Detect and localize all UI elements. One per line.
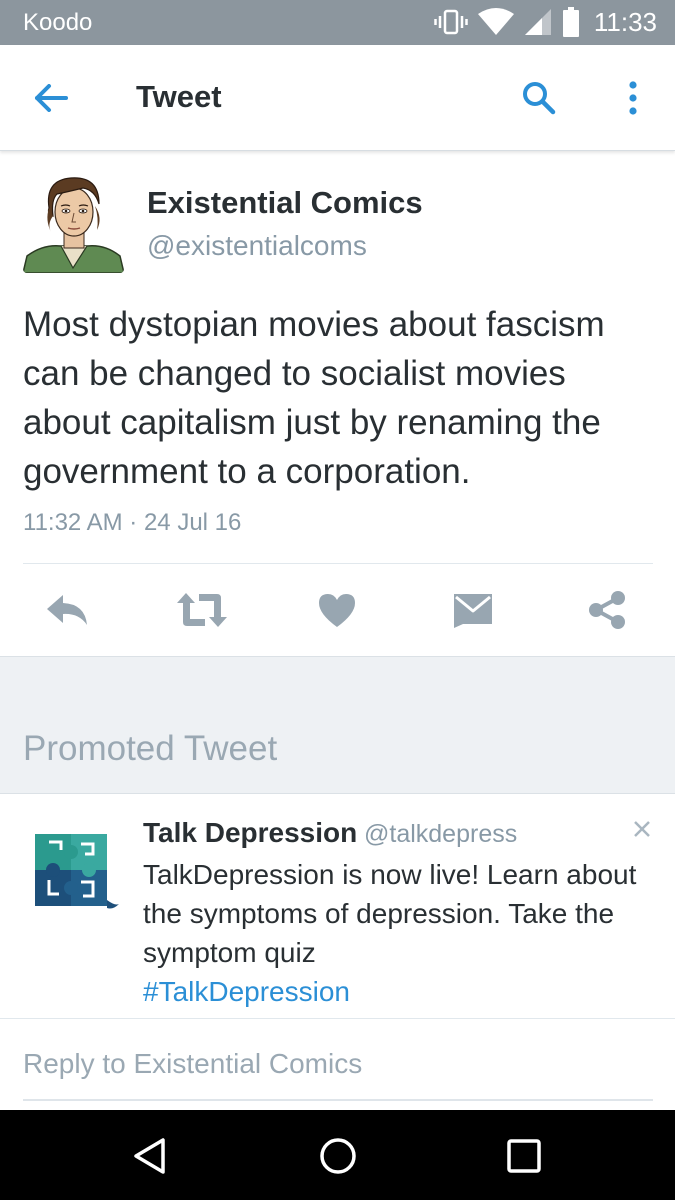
tweet-actions — [0, 580, 675, 640]
author-avatar-image — [23, 172, 124, 273]
promoted-handle[interactable]: @talkdepress — [364, 820, 517, 849]
reply-icon — [47, 595, 87, 625]
retweet-icon — [177, 593, 227, 627]
navigation-bar — [0, 1110, 675, 1200]
promoted-body: TalkDepression is now live! Learn about … — [143, 859, 637, 968]
author-display-name[interactable]: Existential Comics — [147, 185, 423, 221]
vibrate-icon — [434, 9, 468, 35]
back-arrow-icon — [35, 84, 68, 112]
close-icon — [634, 821, 650, 837]
app-bar: Tweet — [0, 45, 675, 151]
tweet-timestamp: 11:32 AM · 24 Jul 16 — [23, 509, 242, 536]
tweet-text: Most dystopian movies about fascism can … — [23, 305, 605, 491]
carrier-name: Koodo — [23, 9, 93, 36]
puzzle-logo-icon — [35, 834, 119, 909]
search-button[interactable] — [516, 75, 562, 121]
status-bar: Koodo 11:33 — [0, 0, 675, 45]
nav-home-button[interactable] — [314, 1132, 362, 1180]
nav-recents-button[interactable] — [500, 1132, 548, 1180]
promoted-label: Promoted Tweet — [23, 729, 278, 768]
reply-button[interactable] — [37, 580, 97, 640]
direct-message-button[interactable] — [443, 580, 503, 640]
promoted-text: TalkDepression is now live! Learn about … — [143, 855, 643, 1011]
page-title: Tweet — [136, 79, 222, 114]
dismiss-promoted-button[interactable] — [626, 813, 658, 845]
nav-back-icon — [134, 1138, 165, 1174]
like-button[interactable] — [307, 580, 367, 640]
reply-input-underline — [23, 1099, 653, 1101]
nav-recents-icon — [507, 1139, 541, 1173]
like-icon — [319, 594, 355, 627]
cell-signal-icon — [524, 8, 552, 36]
promoted-section-header: Promoted Tweet — [0, 656, 675, 794]
retweet-button[interactable] — [172, 580, 232, 640]
nav-home-icon — [320, 1138, 356, 1174]
divider — [0, 1018, 675, 1019]
battery-icon — [562, 7, 580, 37]
more-options-button[interactable] — [612, 75, 654, 121]
nav-back-button[interactable] — [126, 1132, 174, 1180]
wifi-icon — [477, 8, 514, 36]
divider — [23, 563, 653, 564]
promoted-avatar[interactable] — [23, 820, 119, 916]
author-handle[interactable]: @existentialcoms — [147, 230, 367, 262]
back-button[interactable] — [28, 75, 74, 121]
clock: 11:33 — [593, 6, 657, 37]
search-icon — [523, 82, 556, 115]
share-button[interactable] — [577, 580, 637, 640]
reply-input[interactable]: Reply to Existential Comics — [23, 1048, 653, 1088]
more-vertical-icon — [629, 81, 637, 115]
promoted-display-name[interactable]: Talk Depression — [143, 817, 357, 849]
direct-message-icon — [454, 594, 492, 628]
share-icon — [589, 591, 625, 629]
status-icons: 11:33 — [424, 6, 657, 38]
avatar[interactable] — [23, 172, 124, 273]
promoted-hashtag-link[interactable]: #TalkDepression — [143, 976, 350, 1007]
